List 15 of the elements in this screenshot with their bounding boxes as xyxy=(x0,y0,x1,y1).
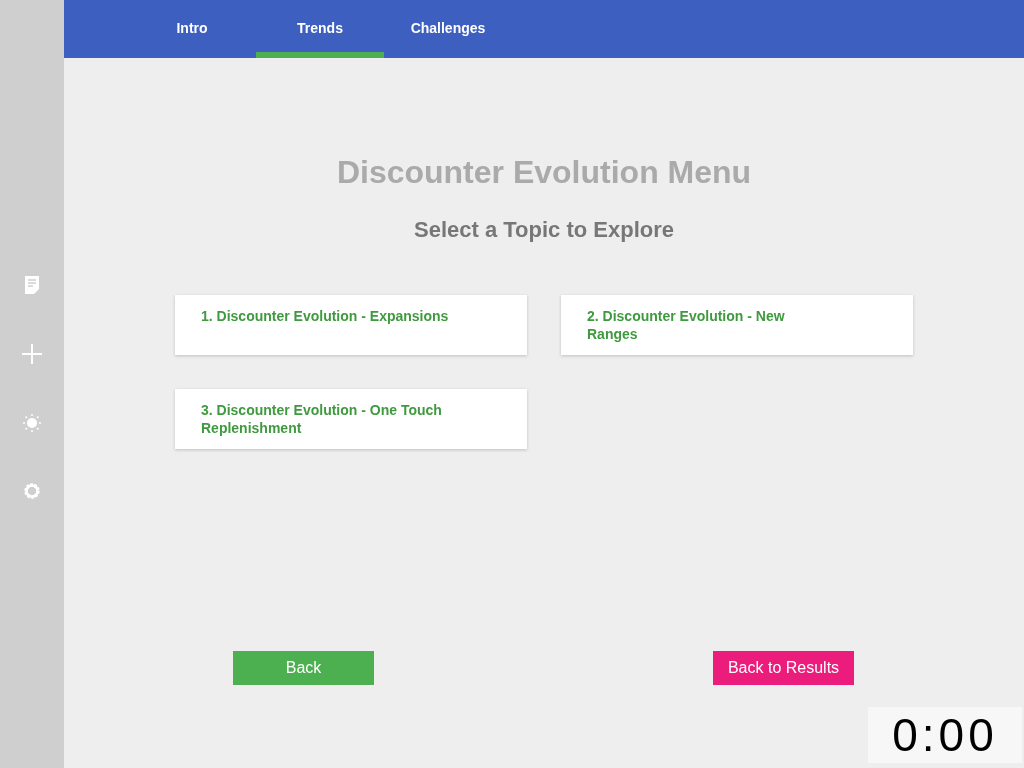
sun-icon[interactable] xyxy=(23,414,41,432)
page-title: Discounter Evolution Menu xyxy=(335,154,753,191)
timer: 0:00 xyxy=(868,707,1022,763)
tab[interactable]: Challenges xyxy=(384,0,512,58)
topic-card[interactable]: 1. Discounter Evolution - Expansions xyxy=(175,295,527,355)
tab[interactable]: Trends xyxy=(256,0,384,58)
settings-icon[interactable] xyxy=(23,482,41,500)
page-subtitle: Select a Topic to Explore xyxy=(413,217,675,243)
tab[interactable]: Intro xyxy=(128,0,256,58)
document-icon[interactable] xyxy=(25,276,39,294)
plus-icon[interactable] xyxy=(22,344,42,364)
topic-card[interactable]: 2. Discounter Evolution - New Ranges xyxy=(561,295,913,355)
back-button[interactable]: Back xyxy=(233,651,374,685)
back-to-results-button[interactable]: Back to Results xyxy=(713,651,854,685)
topic-card[interactable]: 3. Discounter Evolution - One Touch Replenishment xyxy=(175,389,527,449)
